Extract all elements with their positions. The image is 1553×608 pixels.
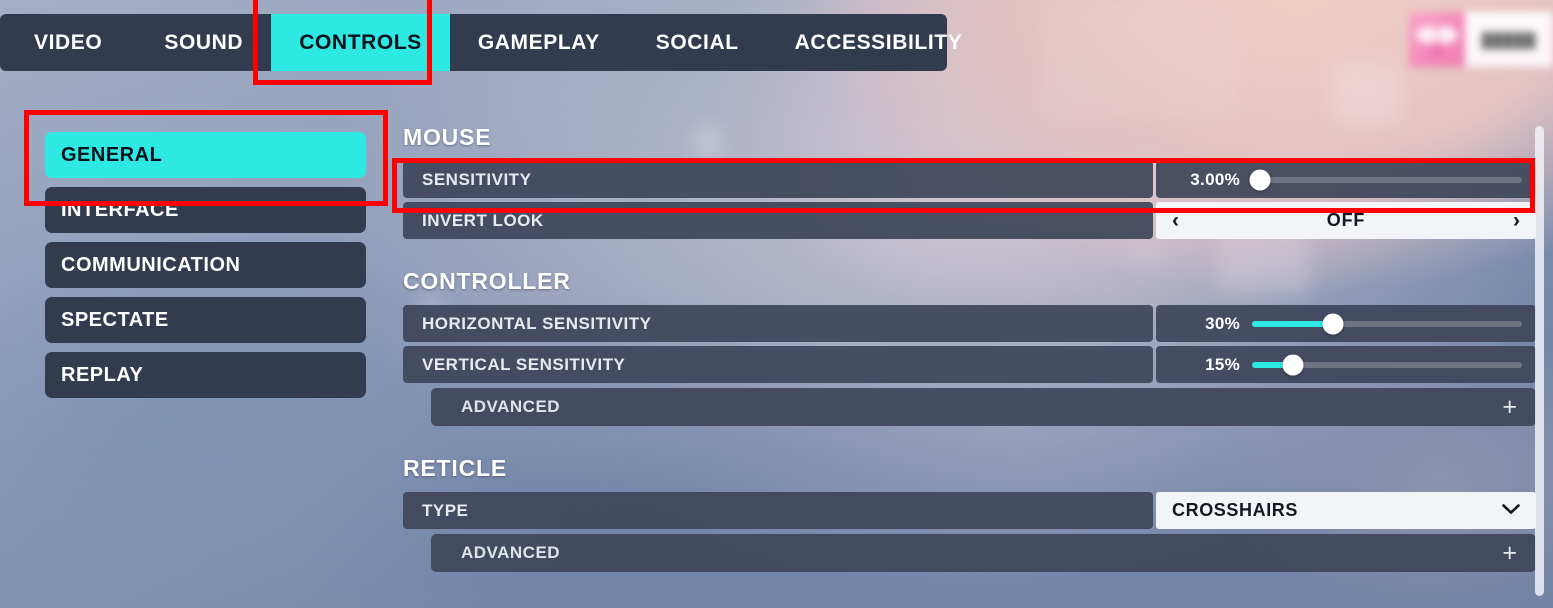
sidebar-item-communication[interactable]: COMMUNICATION [45, 242, 366, 288]
plus-icon[interactable]: + [1502, 394, 1517, 420]
chevron-left-icon[interactable]: ‹ [1172, 210, 1179, 231]
chevron-down-glyph [1502, 504, 1520, 514]
setting-row-reticle-type: TYPE CROSSHAIRS [403, 492, 1536, 529]
sidebar-item-label: REPLAY [61, 363, 144, 386]
section-heading-mouse: MOUSE [403, 124, 492, 150]
sidebar-item-label: INTERFACE [61, 198, 179, 221]
sidebar-item-label: COMMUNICATION [61, 253, 241, 276]
reticle-advanced-row[interactable]: ADVANCED + [431, 534, 1536, 572]
sidebar-item-label: SPECTATE [61, 308, 169, 331]
vertical-sensitivity-value: 15% [1205, 354, 1240, 374]
setting-label: TYPE [403, 492, 1153, 529]
setting-row-sensitivity: SENSITIVITY 3.00% [403, 161, 1536, 198]
horizontal-sensitivity-value: 30% [1205, 313, 1240, 333]
slider-track[interactable] [1252, 313, 1522, 334]
invert-look-value: OFF [1326, 210, 1366, 230]
tab-social[interactable]: SOCIAL [628, 14, 767, 71]
section-reticle: RETICLE TYPE CROSSHAIRS ADVANCED + [403, 455, 1536, 572]
setting-label: SENSITIVITY [403, 161, 1153, 198]
ribbon-angel-icon [1409, 12, 1465, 67]
settings-tab-bar: VIDEO SOUND CONTROLS GAMEPLAY SOCIAL ACC… [0, 14, 962, 71]
advanced-label: ADVANCED [461, 543, 561, 562]
section-mouse: MOUSE SENSITIVITY 3.00% INVERT LOOK ‹ OF… [403, 124, 1536, 239]
tab-video[interactable]: VIDEO [0, 14, 136, 71]
tab-controls[interactable]: CONTROLS [271, 14, 450, 71]
settings-sidebar: GENERAL INTERFACE COMMUNICATION SPECTATE… [45, 132, 366, 407]
section-heading-reticle: RETICLE [403, 455, 507, 481]
promo-badge: █████ [1409, 12, 1553, 67]
slider-knob[interactable] [1322, 313, 1344, 334]
vertical-scrollbar[interactable] [1535, 126, 1544, 596]
setting-row-vertical-sensitivity: VERTICAL SENSITIVITY 15% [403, 346, 1536, 383]
sidebar-item-label: GENERAL [61, 143, 163, 166]
settings-content-panel: MOUSE SENSITIVITY 3.00% INVERT LOOK ‹ OF… [403, 124, 1536, 572]
vertical-sensitivity-slider[interactable]: 15% [1156, 346, 1536, 383]
controller-advanced-row[interactable]: ADVANCED + [431, 388, 1536, 426]
slider-track[interactable] [1252, 354, 1522, 375]
setting-label: HORIZONTAL SENSITIVITY [403, 305, 1153, 342]
section-controller: CONTROLLER HORIZONTAL SENSITIVITY 30% VE… [403, 268, 1536, 426]
sidebar-item-replay[interactable]: REPLAY [45, 352, 366, 398]
setting-label: VERTICAL SENSITIVITY [403, 346, 1153, 383]
sidebar-item-interface[interactable]: INTERFACE [45, 187, 366, 233]
slider-fill [1252, 320, 1333, 327]
slider-knob[interactable] [1282, 354, 1303, 375]
sidebar-item-spectate[interactable]: SPECTATE [45, 297, 366, 343]
invert-look-stepper[interactable]: ‹ OFF › [1156, 202, 1536, 239]
chevron-right-icon[interactable]: › [1513, 210, 1520, 231]
setting-label: INVERT LOOK [403, 202, 1153, 239]
tab-accessibility[interactable]: ACCESSIBILITY [767, 14, 991, 71]
reticle-type-value: CROSSHAIRS [1172, 500, 1299, 520]
setting-row-invert-look: INVERT LOOK ‹ OFF › [403, 202, 1536, 239]
sensitivity-slider[interactable]: 3.00% [1156, 161, 1536, 198]
promo-badge-text: █████ [1481, 31, 1537, 48]
horizontal-sensitivity-slider[interactable]: 30% [1156, 305, 1536, 342]
plus-icon[interactable]: + [1502, 540, 1517, 566]
setting-row-horizontal-sensitivity: HORIZONTAL SENSITIVITY 30% [403, 305, 1536, 342]
chevron-down-icon[interactable] [1502, 502, 1520, 519]
slider-track[interactable] [1249, 169, 1522, 190]
reticle-type-dropdown[interactable]: CROSSHAIRS [1156, 492, 1536, 529]
slider-knob[interactable] [1249, 169, 1271, 190]
tab-gameplay[interactable]: GAMEPLAY [450, 14, 628, 71]
sensitivity-value: 3.00% [1190, 169, 1240, 189]
section-heading-controller: CONTROLLER [403, 268, 571, 294]
tab-sound[interactable]: SOUND [136, 14, 271, 71]
sidebar-item-general[interactable]: GENERAL [45, 132, 366, 178]
advanced-label: ADVANCED [461, 397, 561, 416]
